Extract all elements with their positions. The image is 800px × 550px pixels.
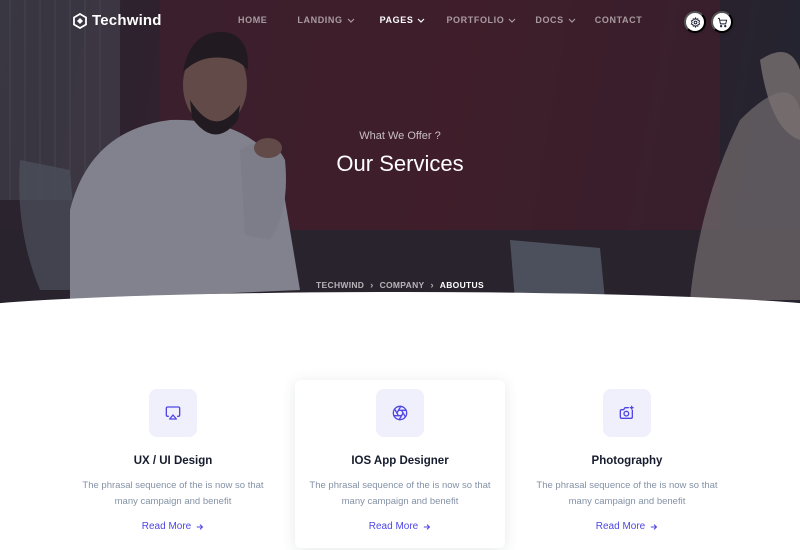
main-nav: HOME LANDING PAGES PORTFOLIO DOCS CONTAC… xyxy=(238,15,642,25)
read-more-link[interactable]: Read More xyxy=(522,521,732,532)
nav-label: PAGES xyxy=(379,15,414,25)
arrow-right-icon xyxy=(197,523,204,530)
service-title: IOS App Designer xyxy=(351,455,449,467)
breadcrumb-separator-icon: › xyxy=(370,280,374,290)
read-more-link[interactable]: Read More xyxy=(295,521,505,532)
gear-icon xyxy=(690,16,700,28)
service-title: Photography xyxy=(591,455,663,467)
service-description: The phrasal sequence of the is now so th… xyxy=(309,480,491,507)
read-more-label: Read More xyxy=(595,521,646,532)
nav-actions xyxy=(684,11,733,33)
chevron-down-icon xyxy=(417,18,425,23)
brand-name: Techwind xyxy=(92,12,162,29)
breadcrumb: TECHWIND › COMPANY › ABOUTUS xyxy=(0,280,800,290)
arrow-right-icon xyxy=(424,523,431,530)
aperture-icon xyxy=(392,405,408,421)
nav-item-home[interactable]: HOME xyxy=(238,15,267,25)
camera-icon xyxy=(619,405,634,419)
hero-section: What We Offer ? Our Services TECHWIND › … xyxy=(0,0,800,305)
service-description: The phrasal sequence of the is now so th… xyxy=(536,480,718,507)
brand-logo-link[interactable]: Techwind xyxy=(72,12,162,29)
read-more-link[interactable]: Read More xyxy=(68,521,278,532)
service-card-ux-ui: UX / UI Design The phrasal sequence of t… xyxy=(68,380,278,548)
breadcrumb-company[interactable]: COMPANY xyxy=(380,280,425,290)
service-card-photography: Photography The phrasal sequence of the … xyxy=(522,380,732,548)
breadcrumb-separator-icon: › xyxy=(430,280,434,290)
airplay-icon xyxy=(165,406,181,420)
service-icon-box xyxy=(603,389,651,437)
nav-label: CONTACT xyxy=(594,15,643,25)
nav-label: PORTFOLIO xyxy=(446,15,505,25)
read-more-label: Read More xyxy=(141,521,192,532)
read-more-label: Read More xyxy=(368,521,419,532)
cart-button[interactable] xyxy=(711,11,733,33)
nav-label: DOCS xyxy=(535,15,564,25)
cart-icon xyxy=(717,17,727,27)
nav-item-landing[interactable]: LANDING xyxy=(297,15,355,25)
nav-item-contact[interactable]: CONTACT xyxy=(595,15,643,25)
nav-label: HOME xyxy=(238,15,268,25)
hero-subtitle: What We Offer ? xyxy=(359,130,441,142)
service-icon-box xyxy=(376,389,424,437)
service-description: The phrasal sequence of the is now so th… xyxy=(82,480,264,507)
nav-item-portfolio[interactable]: PORTFOLIO xyxy=(446,15,516,25)
breadcrumb-techwind[interactable]: TECHWIND xyxy=(316,280,364,290)
nav-item-docs[interactable]: DOCS xyxy=(535,15,576,25)
settings-button[interactable] xyxy=(684,11,706,33)
top-navbar: Techwind HOME LANDING PAGES PORTFOLIO DO… xyxy=(0,0,800,44)
arrow-right-icon xyxy=(651,523,658,530)
chevron-down-icon xyxy=(568,18,576,23)
service-title: UX / UI Design xyxy=(133,455,213,467)
nav-item-pages[interactable]: PAGES xyxy=(380,15,426,25)
service-icon-box xyxy=(149,389,197,437)
nav-label: LANDING xyxy=(297,15,343,25)
chevron-down-icon xyxy=(347,18,355,23)
chevron-down-icon xyxy=(508,18,516,23)
service-card-ios-app: IOS App Designer The phrasal sequence of… xyxy=(295,380,505,548)
breadcrumb-aboutus: ABOUTUS xyxy=(439,280,484,290)
page-title: Our Services xyxy=(336,151,464,176)
logo-icon xyxy=(73,12,87,29)
